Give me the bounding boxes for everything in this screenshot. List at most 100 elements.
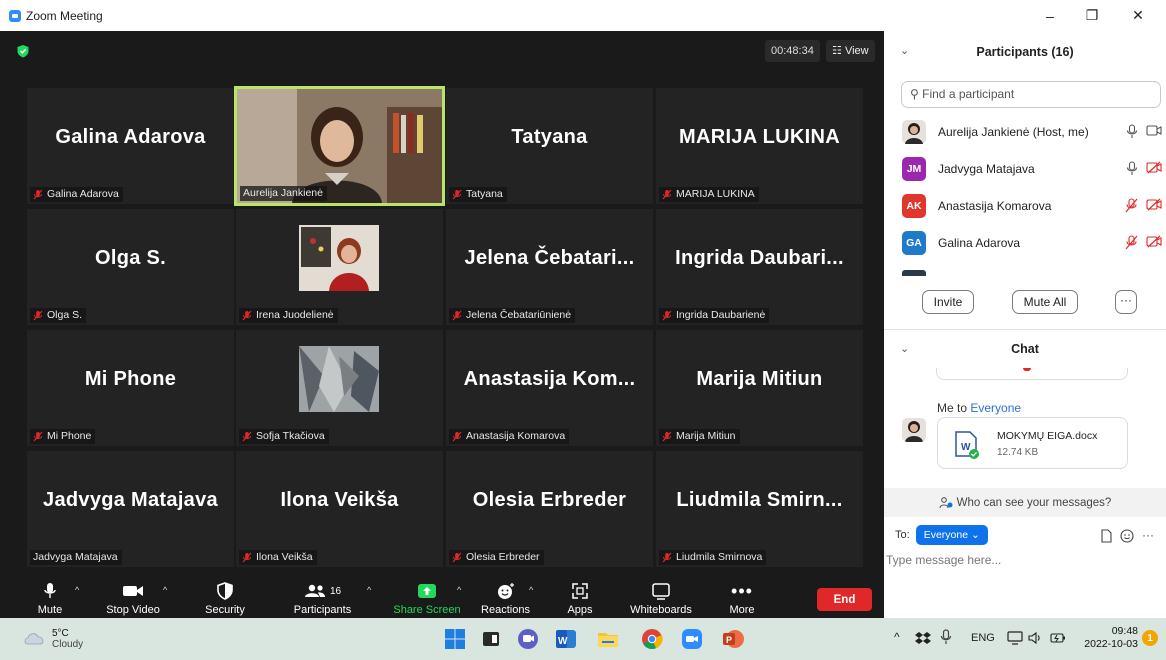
participant-name-label: Ilona Veikša [239,550,317,565]
speaker-icon[interactable] [1028,631,1044,645]
participant-search-input[interactable]: ⚲ Find a participant [901,81,1161,108]
end-meeting-button[interactable]: End [817,588,872,611]
who-can-see-messages-link[interactable]: Who can see your messages? [884,488,1166,517]
chat-more-icon[interactable]: ··· [1142,528,1154,542]
participant-row-name: Aurelija Jankienė (Host, me) [938,125,1089,139]
reactions-options-caret[interactable]: ^ [529,585,533,595]
share-options-caret[interactable]: ^ [457,585,461,595]
participant-video-tile[interactable]: Mi Phone Mi Phone [27,330,234,446]
muted-microphone-icon[interactable] [1124,235,1138,253]
mute-all-button[interactable]: Mute All [1012,290,1078,314]
participant-display-name: Jadvyga Matajava [43,488,218,511]
notification-badge[interactable]: 1 [1142,630,1158,646]
file-attachment-card[interactable]: W MOKYMŲ EIGA.docx 12.74 KB [937,417,1128,469]
participant-video-tile[interactable]: MARIJA LUKINA MARIJA LUKINA [656,88,863,204]
battery-charging-icon[interactable] [1050,631,1066,645]
participants-more-button[interactable]: ··· [1115,290,1137,314]
participant-display-name: Tatyana [511,125,588,148]
who-can-see-label: Who can see your messages? [956,496,1112,509]
chat-message-input[interactable]: Type message here... [886,553,1001,567]
video-off-icon[interactable] [1146,161,1162,179]
participants-options-caret[interactable]: ^ [367,585,371,595]
restore-button[interactable]: ❐ [1072,0,1112,31]
minimize-button[interactable]: – [1030,0,1070,31]
participants-button[interactable]: 16 Participants [285,576,360,618]
muted-microphone-icon [33,431,43,442]
microphone-in-use-icon[interactable] [940,629,952,646]
participant-video-tile[interactable]: Olga S. Olga S. [27,209,234,325]
participant-video-tile[interactable]: Irena Juodelienė [236,209,443,325]
participant-video-tile[interactable]: Jelena Čebatari... Jelena Čebatariūnienė [446,209,653,325]
participant-name-label: Olesia Erbreder [449,550,544,565]
muted-microphone-icon [452,431,462,442]
me-to-prefix: Me to [937,401,968,415]
participant-video-tile[interactable]: Liudmila Smirn... Liudmila Smirnova [656,451,863,567]
participant-row-name: Jadvyga Matajava [938,162,1035,176]
word-app-icon[interactable]: W [554,627,578,651]
participant-video-tile[interactable]: Marija Mitiun Marija Mitiun [656,330,863,446]
active-speaker-video-tile[interactable]: Aurelija Jankienė [234,86,445,206]
microphone-icon[interactable] [1126,161,1138,179]
participant-row[interactable]: JM Jadvyga Matajava [902,151,1164,187]
participant-name-label: Galina Adarova [30,187,123,202]
muted-microphone-icon[interactable] [1124,198,1138,216]
weather-widget[interactable]: 5°C Cloudy [52,628,83,650]
participant-video-tile[interactable]: Olesia Erbreder Olesia Erbreder [446,451,653,567]
participant-status-icons [1126,124,1162,142]
participant-video-tile[interactable]: Tatyana Tatyana [446,88,653,204]
security-button[interactable]: Security [200,576,250,618]
microphone-icon[interactable] [1126,124,1138,142]
participant-display-name: Mi Phone [84,367,177,390]
network-icon[interactable] [1007,631,1023,645]
mute-button[interactable]: Mute [30,576,70,618]
mute-options-caret[interactable]: ^ [75,585,79,595]
invite-button[interactable]: Invite [922,290,974,314]
file-explorer-icon[interactable] [596,627,620,651]
video-off-icon[interactable] [1146,235,1162,253]
video-off-icon[interactable] [1146,198,1162,216]
view-button[interactable]: ☷ View [826,40,875,62]
participant-row[interactable]: AK Anastasija Komarova [902,188,1164,224]
participant-video-tile[interactable]: Ilona Veikša Ilona Veikša [236,451,443,567]
participant-display-name: Ilona Veikša [280,488,399,511]
muted-microphone-icon [242,552,252,563]
file-attach-icon[interactable] [1100,529,1112,543]
participant-video-tile[interactable]: Ingrida Daubari... Ingrida Daubarienė [656,209,863,325]
muted-microphone-icon [33,310,43,321]
clock-time: 09:48 [1111,625,1138,637]
emoji-icon[interactable] [1120,529,1134,543]
participant-video-tile[interactable]: Galina Adarova Galina Adarova [27,88,234,204]
input-language-indicator[interactable]: ENG [971,632,995,644]
task-view-icon[interactable] [479,627,503,651]
reactions-button[interactable]: Reactions [478,576,533,618]
more-button[interactable]: ••• More [724,576,760,618]
participant-row[interactable]: Aurelija Jankienė (Host, me) [902,114,1164,150]
participants-icon [304,584,325,597]
encryption-shield-icon[interactable] [16,44,30,58]
share-screen-button[interactable]: Share Screen [392,576,462,618]
powerpoint-app-icon[interactable]: P [721,627,745,651]
stop-video-button[interactable]: Stop Video [100,576,166,618]
video-camera-icon[interactable] [1146,124,1162,142]
participant-row[interactable]: GA Galina Adarova [902,225,1164,261]
video-grid: Galina Adarova Galina Adarova Aurelija Jan… [27,86,864,568]
taskbar-clock[interactable]: 09:48 2022-10-03 [1076,625,1138,651]
windows-start-icon[interactable] [443,627,467,651]
chrome-browser-icon[interactable] [640,627,664,651]
zoom-app-taskbar-icon[interactable] [680,627,704,651]
participant-status-icons [1126,161,1162,179]
video-options-caret[interactable]: ^ [163,585,167,595]
participant-video-tile[interactable]: Sofja Tkačiova [236,330,443,446]
dropbox-tray-icon[interactable] [915,631,931,645]
show-hidden-icons-chevron-icon[interactable]: ^ [894,630,900,644]
close-button[interactable]: ✕ [1118,0,1158,31]
participant-video-tile[interactable]: Jadvyga Matajava Jadvyga Matajava [27,451,234,567]
participant-video-tile[interactable]: Anastasija Kom... Anastasija Komarova [446,330,653,446]
teams-chat-icon[interactable] [516,627,540,651]
whiteboards-button[interactable]: Whiteboards [626,576,696,618]
participant-label-text: Sofja Tkačiova [256,430,325,442]
me-to-target-link[interactable]: Everyone [970,401,1021,415]
apps-button[interactable]: Apps [562,576,598,618]
profile-photo-artwork [299,346,379,412]
recipient-dropdown[interactable]: Everyone ⌄ [915,525,988,545]
